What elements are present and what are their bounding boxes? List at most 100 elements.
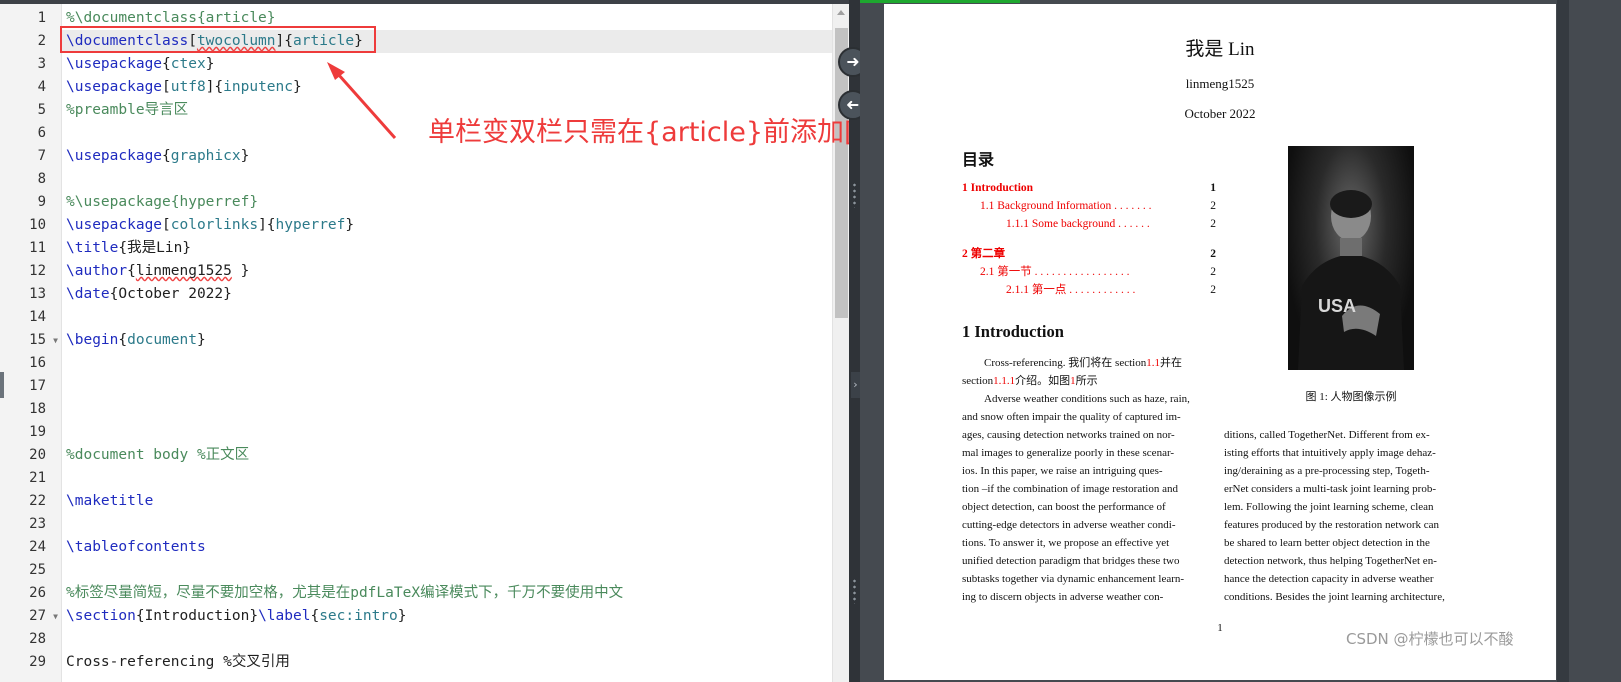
toc-entry-label[interactable]: 1.1 Background Information . . . . . . . xyxy=(980,198,1152,214)
line-number-text: 17 xyxy=(29,378,46,394)
document-title: 我是 Lin xyxy=(1185,39,1255,60)
code-line[interactable] xyxy=(62,559,832,582)
code-line[interactable]: %document body %正文区 xyxy=(62,444,832,467)
code-token: linmeng1525 xyxy=(135,263,232,279)
code-line[interactable] xyxy=(62,306,832,329)
code-line[interactable]: \usepackage{ctex} xyxy=(62,53,832,76)
crossref-text: Cross-referencing. 我们将在 section xyxy=(984,357,1147,369)
toc-entry-page: 2 xyxy=(1210,218,1216,230)
code-line[interactable] xyxy=(62,628,832,651)
code-line[interactable] xyxy=(62,375,832,398)
body-text-line: conditions. Besides the joint learning a… xyxy=(1224,591,1445,603)
document-date: October 2022 xyxy=(1184,106,1256,121)
line-number-text: 26 xyxy=(29,585,46,601)
code-token: \begin xyxy=(66,332,119,348)
divider-grip-icon[interactable] xyxy=(852,182,857,208)
code-token: graphicx xyxy=(170,148,241,164)
crossref-line: Cross-referencing. 我们将在 section1.1并在 xyxy=(962,354,1218,372)
crossref-link[interactable]: 1.1 xyxy=(1146,357,1160,369)
divider-grip-icon[interactable] xyxy=(852,578,857,604)
toc-entry[interactable]: 2.1.1 第一点 . . . . . . . . . . . . 2 xyxy=(1006,282,1216,298)
code-editor[interactable]: 1 2 3 4 5 6 7 8 9 10 11 12 13 14 15 ▼ 16 17 18 19 20 21 22 23 24… xyxy=(0,0,858,682)
code-token: \usepackage xyxy=(66,56,163,72)
code-line[interactable]: %\usepackage{hyperref} xyxy=(62,191,832,214)
line-number-text: 20 xyxy=(29,447,46,463)
body-text-line: object detection, can boost the performa… xyxy=(962,501,1166,513)
code-line[interactable] xyxy=(62,168,832,191)
fold-arrow-icon[interactable]: ▼ xyxy=(53,329,58,352)
code-token: %\documentclass{article} xyxy=(66,10,276,26)
scroll-up-arrow-icon[interactable] xyxy=(837,10,845,15)
line-number-text: 13 xyxy=(29,286,46,302)
line-number-text: 21 xyxy=(29,470,46,486)
line-number: 9 xyxy=(0,191,62,214)
code-line[interactable]: \tableofcontents xyxy=(62,536,832,559)
code-token: { xyxy=(162,56,171,72)
code-line[interactable] xyxy=(62,467,832,490)
code-line[interactable]: \section{Introduction}\label{sec:intro} xyxy=(62,605,832,628)
code-token: inputenc xyxy=(223,79,293,95)
toc-entry[interactable]: 1.1 Background Information . . . . . . .… xyxy=(980,198,1216,214)
code-area[interactable]: %\documentclass{article} \documentclass[t… xyxy=(62,4,832,682)
code-line[interactable]: \usepackage[colorlinks]{hyperref} xyxy=(62,214,832,237)
code-token: [ xyxy=(162,79,171,95)
code-token: { xyxy=(127,263,136,279)
toc-entry-label[interactable]: 2 第二章 xyxy=(962,246,1005,262)
line-number: 17 xyxy=(0,375,62,398)
line-number-gutter: 1 2 3 4 5 6 7 8 9 10 11 12 13 14 15 ▼ 16 17 18 19 20 21 22 23 24… xyxy=(0,4,62,682)
code-line[interactable] xyxy=(62,513,832,536)
toc-entry-label[interactable]: 2.1.1 第一点 . . . . . . . . . . . . xyxy=(1006,282,1135,298)
code-line[interactable]: \title{我是Lin} xyxy=(62,237,832,260)
line-number-text: 6 xyxy=(37,125,46,141)
toc-entry[interactable]: 1.1.1 Some background . . . . . . 2 xyxy=(1006,216,1216,232)
toc-entry[interactable]: 1 Introduction 1 xyxy=(962,180,1216,196)
pdf-viewer[interactable]: 我是 Lin linmeng1525 October 2022 目录 1 Int… xyxy=(860,0,1621,682)
toc-entry[interactable]: 2 第二章 2 xyxy=(962,246,1216,262)
code-line[interactable] xyxy=(62,352,832,375)
crossref-link[interactable]: 1.1.1 xyxy=(993,375,1015,387)
code-token: \usepackage xyxy=(66,148,163,164)
line-number: 3 xyxy=(0,53,62,76)
code-token: { xyxy=(162,148,171,164)
crossref-text: 所示 xyxy=(1075,375,1098,387)
toc-entry[interactable]: 2.1 第一节 . . . . . . . . . . . . . . . . … xyxy=(980,264,1216,280)
code-line[interactable]: \maketitle xyxy=(62,490,832,513)
pdf-scrollbar[interactable] xyxy=(1557,0,1569,682)
fold-arrow-icon[interactable]: ▼ xyxy=(53,605,58,628)
line-number-text: 12 xyxy=(29,263,46,279)
annotation-highlight-box xyxy=(60,26,376,53)
code-token: %document body %正文区 xyxy=(66,447,250,463)
code-token: } xyxy=(397,608,407,624)
toc-entry-label[interactable]: 2.1 第一节 . . . . . . . . . . . . . . . . … xyxy=(980,264,1130,280)
document-author: linmeng1525 xyxy=(1185,76,1255,91)
code-token: \usepackage xyxy=(66,79,163,95)
figure-caption: 图 1: 人物图像示例 xyxy=(1305,391,1397,403)
jersey-text: USA xyxy=(1318,296,1356,316)
line-number-text: 2 xyxy=(37,33,46,49)
code-token: sec:intro xyxy=(319,608,398,624)
line-number: 21 xyxy=(0,467,62,490)
line-number: 27 ▼ xyxy=(0,605,62,628)
compile-progress-bar xyxy=(860,0,1020,3)
collapse-chevron-icon[interactable]: › xyxy=(851,372,860,398)
code-line[interactable] xyxy=(62,398,832,421)
code-line[interactable]: Cross-referencing %交叉引用 xyxy=(62,651,832,674)
line-number-text: 23 xyxy=(29,516,46,532)
code-token: {我是Lin} xyxy=(118,240,192,256)
code-line[interactable]: \usepackage[utf8]{inputenc} xyxy=(62,76,832,99)
line-number-text: 18 xyxy=(29,401,46,417)
line-number-text: 14 xyxy=(29,309,46,325)
code-line[interactable]: %标签尽量简短，尽量不要加空格，尤其是在pdfLaTeX编译模式下，千万不要使用… xyxy=(62,582,832,605)
code-line[interactable]: \date{October 2022} xyxy=(62,283,832,306)
code-line[interactable] xyxy=(62,421,832,444)
left-panel-toggle[interactable] xyxy=(0,372,4,398)
line-number-text: 24 xyxy=(29,539,46,555)
code-line[interactable]: \author{linmeng1525 } xyxy=(62,260,832,283)
line-number-text: 1 xyxy=(37,10,46,26)
line-number: 29 xyxy=(0,651,62,674)
toc-entry-label[interactable]: 1.1.1 Some background . . . . . . xyxy=(1006,216,1150,232)
code-line[interactable]: \begin{document} xyxy=(62,329,832,352)
line-number-text: 11 xyxy=(29,240,46,256)
toc-entry-label[interactable]: 1 Introduction xyxy=(962,180,1033,196)
line-number: 6 xyxy=(0,122,62,145)
